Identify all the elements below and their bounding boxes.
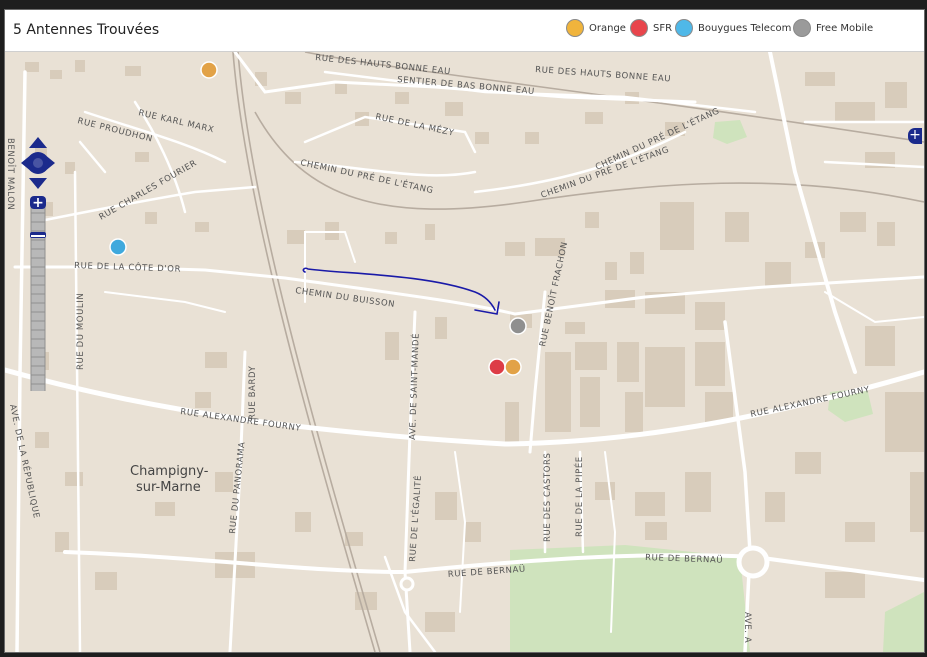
city-label: sur-Marne <box>136 480 201 495</box>
zoom-slider-track[interactable] <box>30 201 46 391</box>
street-label: BENOÎT MALON <box>5 138 17 210</box>
legend-sfr-icon[interactable] <box>630 19 648 37</box>
antenna-marker-icon[interactable] <box>504 358 522 376</box>
header-bar: 5 Antennes Trouvées Orange SFR Bouygues … <box>5 10 924 52</box>
layer-switcher-button[interactable]: + <box>908 128 922 144</box>
roundabout <box>399 576 415 592</box>
legend-bouygues-icon[interactable] <box>675 19 693 37</box>
pan-arrows-icon[interactable] <box>21 137 55 189</box>
legend-sfr-label[interactable]: SFR <box>653 23 672 34</box>
antenna-marker-icon[interactable] <box>509 317 527 335</box>
roundabout <box>736 545 770 579</box>
antenna-marker-icon[interactable] <box>200 61 218 79</box>
street-label: RUE DU MOULIN <box>76 293 86 370</box>
zoom-in-label[interactable]: + <box>32 195 44 211</box>
zoom-control[interactable]: + − <box>18 131 55 391</box>
street-label: RUE BARDY <box>248 365 258 420</box>
city-label: Champigny- <box>130 464 209 479</box>
legend-free-icon[interactable] <box>793 19 811 37</box>
antenna-marker-icon[interactable] <box>488 358 506 376</box>
street-label: AVE. A <box>742 612 752 643</box>
legend-free-label[interactable]: Free Mobile <box>816 23 873 34</box>
map-canvas[interactable]: RUE DES HAUTS BONNE EAU RUE DES HAUTS BO… <box>5 52 924 652</box>
legend-bouygues-label[interactable]: Bouygues Telecom <box>698 23 791 34</box>
street-label: RUE DES CASTORS <box>543 452 553 542</box>
app-window: 5 Antennes Trouvées Orange SFR Bouygues … <box>4 9 925 653</box>
legend-orange-icon[interactable] <box>566 19 584 37</box>
zoom-handle-mark <box>31 235 45 237</box>
page-title: 5 Antennes Trouvées <box>13 22 160 38</box>
street-label: RUE DE LA PIPÉE <box>573 456 585 537</box>
antenna-marker-icon[interactable] <box>109 238 127 256</box>
legend-orange-label[interactable]: Orange <box>589 23 626 34</box>
map-view[interactable]: RUE DES HAUTS BONNE EAU RUE DES HAUTS BO… <box>5 52 924 652</box>
